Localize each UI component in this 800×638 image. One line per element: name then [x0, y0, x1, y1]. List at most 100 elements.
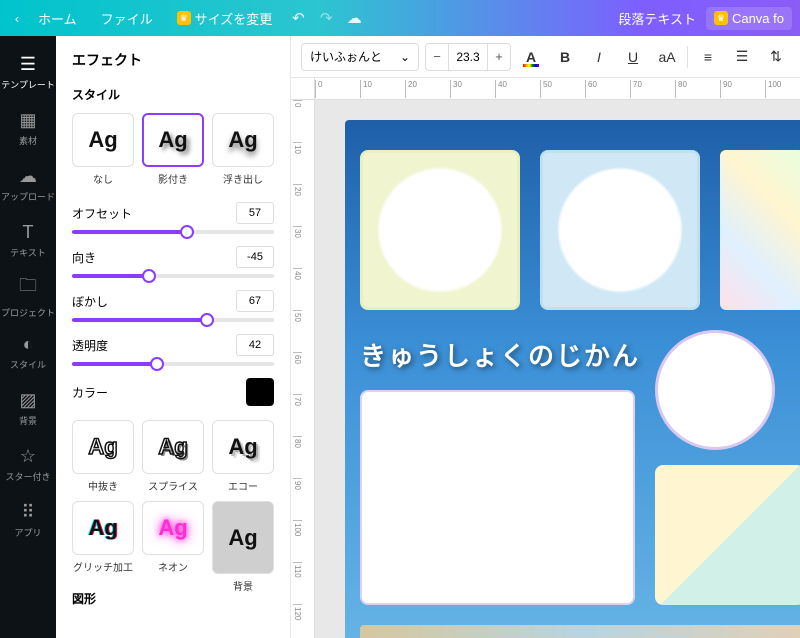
rail-label: スタイル: [10, 358, 46, 371]
rail-label: スター付き: [5, 470, 50, 483]
italic-button[interactable]: I: [585, 43, 613, 71]
slider-track[interactable]: [72, 318, 274, 322]
align-button[interactable]: ≡: [694, 43, 722, 71]
rail-item-6[interactable]: ▨ 背景: [0, 380, 56, 436]
rail-item-8[interactable]: ⠿アプリ: [0, 492, 56, 548]
font-size-value[interactable]: 23.3: [448, 44, 488, 70]
slider-value[interactable]: 42: [236, 334, 274, 356]
chevron-down-icon: ⌄: [400, 50, 410, 64]
case-button[interactable]: aA: [653, 43, 681, 71]
rail-item-3[interactable]: Tテキスト: [0, 212, 56, 268]
rail-item-7[interactable]: ☆ スター付き: [0, 436, 56, 492]
style-swatch: Ag: [142, 501, 204, 555]
slider-thumb[interactable]: [150, 357, 164, 371]
style-swatch: Ag: [212, 420, 274, 474]
style-section-title: スタイル: [72, 86, 274, 103]
style-swatch: Ag: [142, 113, 204, 167]
style-label: ネオン: [142, 559, 204, 574]
slider-thumb[interactable]: [180, 225, 194, 239]
font-size-decrease[interactable]: −: [426, 49, 448, 64]
style-label: なし: [72, 171, 134, 186]
effects-panel: エフェクト スタイル AgなしAg影付きAg浮き出し オフセット57向き-45ぼ…: [56, 36, 291, 638]
style-sw-shadow[interactable]: Ag 影付き: [142, 113, 204, 186]
style-sw-splice[interactable]: Agスプライス: [142, 420, 204, 493]
slider-track[interactable]: [72, 274, 274, 278]
rail-icon: ☆: [20, 446, 36, 467]
rail-item-2[interactable]: ☁アップロード: [0, 156, 56, 212]
style-label: 影付き: [142, 171, 204, 186]
rail-label: 背景: [19, 414, 37, 427]
ruler-horizontal: 0102030405060708090100: [315, 78, 800, 100]
photo-strip[interactable]: [360, 625, 800, 638]
home-menu[interactable]: ホーム: [26, 9, 89, 28]
redo-button[interactable]: ↷: [312, 9, 340, 27]
color-label: カラー: [72, 384, 108, 401]
style-sw-hollow[interactable]: Ag中抜き: [72, 420, 134, 493]
slider-track[interactable]: [72, 230, 274, 234]
ruler-vertical: 0102030405060708090100110120130: [291, 100, 315, 638]
design-page[interactable]: きゅうしょくのじかん: [345, 120, 800, 638]
style-sw-echo[interactable]: Agエコー: [212, 420, 274, 493]
slider-thumb[interactable]: [200, 313, 214, 327]
style-swatch: Ag: [72, 501, 134, 555]
slider-label: 向き: [72, 249, 96, 266]
photo-frame[interactable]: [655, 465, 800, 605]
text-color-button[interactable]: A: [517, 43, 545, 71]
rail-label: テンプレート: [1, 78, 55, 91]
canva-pro-button[interactable]: ♛Canva fo: [706, 7, 792, 30]
style-label: グリッチ加工: [72, 559, 134, 574]
slider-value[interactable]: -45: [236, 246, 274, 268]
rail-item-5[interactable]: ◐スタイル: [0, 324, 56, 380]
list-button[interactable]: ☰: [728, 43, 756, 71]
style-sw-none[interactable]: Agなし: [72, 113, 134, 186]
rail-item-1[interactable]: ▦素材: [0, 100, 56, 156]
slider-thumb[interactable]: [142, 269, 156, 283]
top-bar: ‹ ホーム ファイル ♛サイズを変更 ↶ ↷ ☁ 段落テキスト ♛Canva f…: [0, 0, 800, 36]
style-sw-neon[interactable]: Ag ネオン: [142, 501, 204, 574]
style-swatch: Ag: [212, 501, 274, 574]
file-menu[interactable]: ファイル: [89, 9, 165, 28]
slider-value[interactable]: 57: [236, 202, 274, 224]
resize-button[interactable]: ♛サイズを変更: [165, 9, 285, 28]
photo-frame[interactable]: [360, 390, 635, 605]
ruler-corner: [291, 78, 315, 100]
slider-value[interactable]: 67: [236, 290, 274, 312]
back-button[interactable]: ‹: [8, 11, 26, 26]
style-sw-lift[interactable]: Ag浮き出し: [212, 113, 274, 186]
rail-item-4[interactable]: 🗀プロジェクト: [0, 268, 56, 324]
slider-track[interactable]: [72, 362, 274, 366]
rail-icon: T: [23, 222, 34, 243]
spacing-button[interactable]: ⇅: [762, 43, 790, 71]
photo-frame[interactable]: [655, 330, 775, 450]
slider-ぼかし: ぼかし 67: [72, 290, 274, 322]
photo-frame[interactable]: [720, 150, 800, 310]
underline-button[interactable]: U: [619, 43, 647, 71]
rail-label: アップロード: [1, 190, 55, 203]
photo-frame[interactable]: [540, 150, 700, 310]
rail-icon: ☰: [20, 54, 36, 75]
rail-icon: ▨: [19, 390, 36, 411]
slider-label: ぼかし: [72, 293, 108, 310]
slider-label: オフセット: [72, 205, 132, 222]
font-size-increase[interactable]: +: [488, 49, 510, 64]
color-row: カラー: [72, 378, 274, 406]
slider-透明度: 透明度 42: [72, 334, 274, 366]
undo-button[interactable]: ↶: [284, 9, 312, 27]
style-label: 背景: [212, 578, 274, 593]
font-select[interactable]: けいふぉんと⌄: [301, 43, 419, 71]
canvas-text-element[interactable]: きゅうしょくのじかん: [360, 336, 640, 373]
photo-frame[interactable]: [360, 150, 520, 310]
slider-label: 透明度: [72, 337, 108, 354]
canvas-viewport[interactable]: 0102030405060708090100 01020304050607080…: [291, 78, 800, 638]
paragraph-text-button[interactable]: 段落テキスト: [608, 9, 706, 28]
rail-label: アプリ: [14, 526, 41, 539]
style-sw-glitch[interactable]: Ag グリッチ加工: [72, 501, 134, 574]
canvas-stage[interactable]: きゅうしょくのじかん: [315, 100, 800, 638]
rail-item-0[interactable]: ☰ テンプレート: [0, 44, 56, 100]
rail-icon: 🗀: [19, 273, 37, 303]
style-sw-bg[interactable]: Ag背景: [212, 501, 274, 574]
cloud-sync-icon[interactable]: ☁: [340, 9, 368, 27]
shadow-color-swatch[interactable]: [246, 378, 274, 406]
style-swatch: Ag: [142, 420, 204, 474]
bold-button[interactable]: B: [551, 43, 579, 71]
